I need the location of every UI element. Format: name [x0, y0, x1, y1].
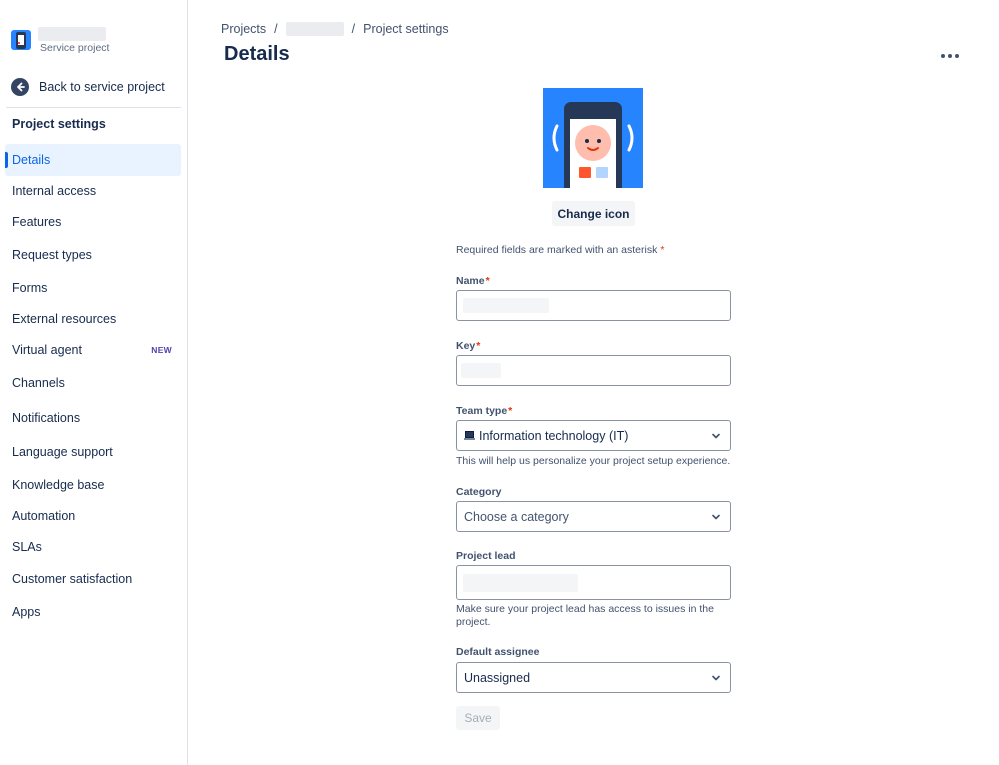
project-lead-helper-text: Make sure your project lead has access t…: [456, 603, 714, 628]
category-select[interactable]: Choose a category: [456, 501, 731, 532]
sidebar-item-label: Automation: [12, 509, 76, 523]
breadcrumb-project-redacted[interactable]: [285, 22, 344, 36]
team-type-select[interactable]: Information technology (IT): [456, 420, 731, 451]
sidebar-item-label: Channels: [12, 376, 65, 390]
key-value-redacted: [461, 363, 501, 378]
back-to-service-project-link[interactable]: Back to service project: [11, 76, 181, 98]
breadcrumb-separator: /: [351, 22, 356, 36]
sidebar-item-label: Features: [12, 215, 62, 229]
sidebar: Service project Back to service project …: [0, 0, 188, 765]
more-actions-button[interactable]: [936, 46, 964, 66]
name-value-redacted: [463, 298, 549, 313]
sidebar-item-request-types[interactable]: Request types: [5, 239, 181, 271]
sidebar-item-label: Request types: [12, 248, 92, 262]
name-label: Name*: [456, 275, 490, 287]
project-lead-value-redacted: [463, 574, 578, 592]
arrow-left-icon: [11, 78, 29, 96]
save-button[interactable]: Save: [456, 706, 500, 730]
sidebar-item-label: Apps: [12, 605, 41, 619]
project-lead-picker[interactable]: [456, 565, 731, 600]
breadcrumb-separator: /: [274, 22, 278, 36]
sidebar-item-virtual-agent[interactable]: Virtual agent NEW: [5, 334, 181, 366]
name-label-text: Name: [456, 275, 485, 287]
category-label: Category: [456, 486, 502, 498]
phone-illustration-icon: [543, 88, 643, 188]
sidebar-item-label: Internal access: [12, 184, 97, 198]
sidebar-item-label: Virtual agent: [12, 343, 82, 357]
chevron-down-icon: [712, 514, 720, 520]
breadcrumb-projects-link[interactable]: Projects: [221, 22, 266, 36]
sidebar-item-label: External resources: [12, 312, 117, 326]
back-link-label: Back to service project: [39, 80, 165, 94]
more-dot: [955, 54, 959, 58]
required-asterisk: *: [476, 340, 481, 352]
sidebar-item-knowledge-base[interactable]: Knowledge base: [5, 469, 181, 501]
required-fields-note: Required fields are marked with an aster…: [456, 244, 664, 256]
sidebar-item-apps[interactable]: Apps: [5, 596, 181, 628]
project-header[interactable]: Service project: [11, 26, 181, 56]
sidebar-item-features[interactable]: Features: [5, 206, 181, 238]
sidebar-divider: [6, 107, 181, 108]
team-type-label-text: Team type: [456, 405, 508, 417]
sidebar-item-internal-access[interactable]: Internal access: [5, 175, 181, 207]
page-title: Details: [224, 43, 290, 65]
default-assignee-select[interactable]: Unassigned: [456, 662, 731, 693]
sidebar-item-automation[interactable]: Automation: [5, 500, 181, 532]
more-horizontal-icon: [941, 54, 945, 58]
sidebar-item-label: Language support: [12, 445, 113, 459]
new-badge: NEW: [151, 345, 172, 355]
required-note-text: Required fields are marked with an aster…: [456, 244, 658, 256]
sidebar-item-customer-satisfaction[interactable]: Customer satisfaction: [5, 563, 181, 595]
key-label-text: Key: [456, 340, 476, 352]
sidebar-item-label: Forms: [12, 281, 48, 295]
sidebar-item-label: Customer satisfaction: [12, 572, 133, 586]
more-dot: [948, 54, 952, 58]
category-placeholder: Choose a category: [464, 509, 569, 524]
sidebar-item-label: Details: [12, 153, 51, 167]
sidebar-item-notifications[interactable]: Notifications: [5, 402, 181, 434]
project-avatar-image: [543, 88, 643, 188]
sidebar-item-label: Notifications: [12, 411, 81, 425]
chevron-down-icon: [712, 433, 720, 439]
sidebar-item-language-support[interactable]: Language support: [5, 436, 181, 468]
sidebar-heading: Project settings: [12, 117, 106, 131]
required-asterisk: *: [485, 275, 490, 287]
laptop-icon: [464, 430, 475, 441]
key-label: Key*: [456, 340, 480, 352]
team-type-value: Information technology (IT): [479, 428, 629, 443]
required-asterisk: *: [660, 244, 665, 256]
project-lead-label: Project lead: [456, 550, 516, 562]
sidebar-item-external-resources[interactable]: External resources: [5, 303, 181, 335]
sidebar-item-details[interactable]: Details: [5, 144, 181, 176]
default-assignee-label: Default assignee: [456, 646, 540, 658]
default-assignee-value: Unassigned: [464, 670, 531, 685]
team-type-label: Team type*: [456, 405, 512, 417]
sidebar-item-label: SLAs: [12, 540, 42, 554]
name-field[interactable]: [456, 290, 731, 321]
sidebar-item-forms[interactable]: Forms: [5, 272, 181, 304]
key-field[interactable]: [456, 355, 731, 386]
chevron-down-icon: [712, 675, 720, 681]
change-icon-button[interactable]: Change icon: [552, 201, 635, 226]
sidebar-item-channels[interactable]: Channels: [5, 367, 181, 399]
project-avatar-icon: [11, 30, 31, 50]
breadcrumb: Projects / / Project settings: [221, 20, 449, 38]
sidebar-item-slas[interactable]: SLAs: [5, 531, 181, 563]
required-asterisk: *: [508, 405, 513, 417]
breadcrumb-project-settings-link[interactable]: Project settings: [363, 22, 448, 36]
sidebar-item-label: Knowledge base: [12, 478, 105, 492]
project-name-redacted: [38, 27, 106, 41]
project-type-label: Service project: [40, 42, 110, 54]
team-type-helper-text: This will help us personalize your proje…: [456, 455, 731, 467]
